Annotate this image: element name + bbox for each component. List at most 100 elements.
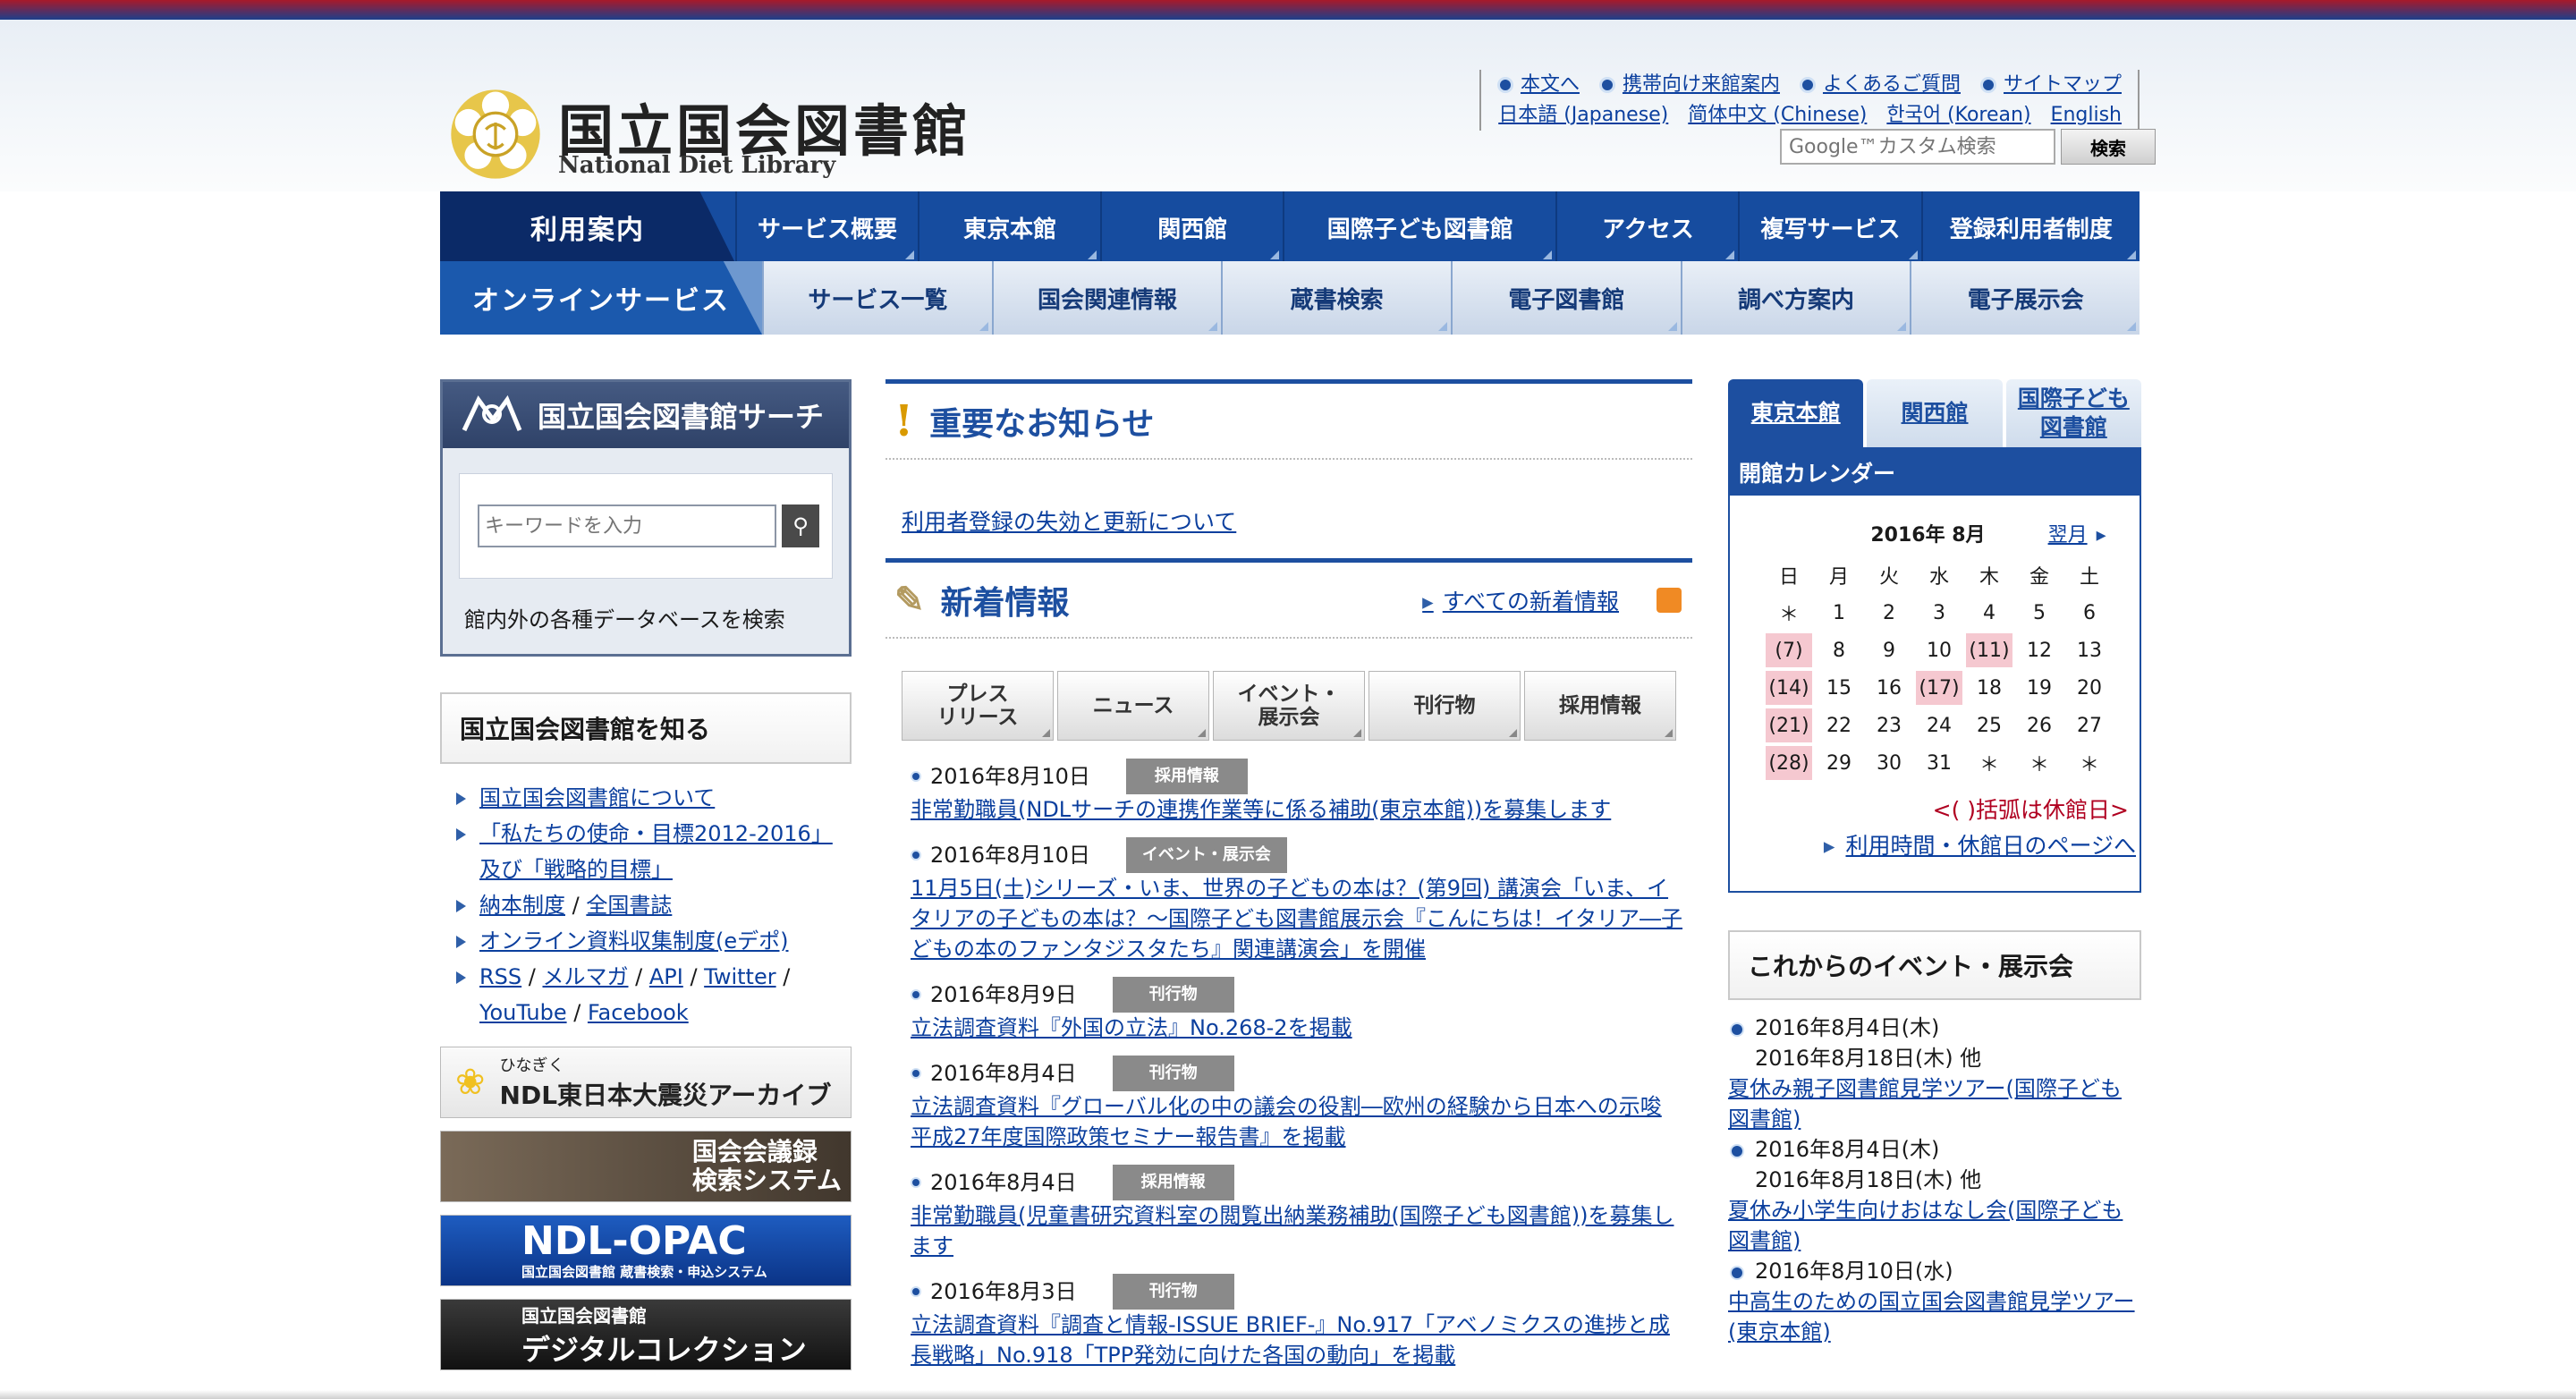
news-filter-tabs: プレス リリース ニュース イベント・ 展示会 刊行物 採用情報: [902, 671, 1692, 741]
tab-press-release[interactable]: プレス リリース: [902, 671, 1054, 741]
nav-catalog-search[interactable]: 蔵書検索: [1221, 261, 1452, 335]
link-facebook[interactable]: Facebook: [588, 1000, 689, 1025]
calendar-day-closed: (28): [1766, 746, 1812, 780]
site-search-button[interactable]: 検索: [2061, 129, 2156, 165]
link-mission[interactable]: 「私たちの使命・目標2012-2016」及び「戦略的目標」: [479, 821, 833, 882]
weekday: 水: [1928, 566, 1949, 589]
lang-korean[interactable]: 한국어 (Korean): [1886, 100, 2030, 131]
calendar-next-month[interactable]: 翌月: [2048, 519, 2106, 547]
link-mobile-guide[interactable]: 携帯向け来館案内: [1598, 70, 1780, 100]
site-logo[interactable]: 国立国会図書館 National Diet Library: [447, 73, 1002, 190]
nav-service-list[interactable]: サービス一覧: [762, 261, 992, 335]
list-item: 国立国会図書館について: [456, 780, 852, 816]
calendar-day-closed: (11): [1966, 633, 2012, 667]
banner-diet-minutes[interactable]: 国会会議録 検索システム: [440, 1131, 852, 1202]
list-item: 2016年8月3日 刊行物 立法調査資料『調査と情報-ISSUE BRIEF-』N…: [911, 1274, 1692, 1370]
link-hours-page[interactable]: 利用時間・休館日のページへ: [1845, 833, 2136, 859]
search-icon[interactable]: ⚲: [782, 504, 819, 547]
news-link[interactable]: 非常勤職員(児童書研究資料室の閲覧出納業務補助(国際子ども図書館))を募集します: [911, 1203, 1674, 1259]
tab-publications[interactable]: 刊行物: [1368, 671, 1521, 741]
calendar-day: 15: [1826, 676, 1852, 700]
ndl-search-title: 国立国会図書館サーチ: [443, 382, 849, 448]
event-date: 2016年8月4日(木): [1728, 1013, 2141, 1043]
banner-digital-collection[interactable]: 国立国会図書館 デジタルコレクション: [440, 1299, 852, 1370]
link-edepo[interactable]: オンライン資料収集制度(eデポ): [479, 928, 789, 954]
nav-registered-user[interactable]: 登録利用者制度: [1920, 191, 2140, 263]
calendar-day: 24: [1927, 714, 1952, 737]
calendar-weekdays: 日月火水木金土: [1766, 558, 2113, 592]
calendar-day: 2: [1883, 601, 1895, 624]
news-date: 2016年8月10日: [930, 843, 1090, 868]
link-about-ndl[interactable]: 国立国会図書館について: [479, 785, 715, 810]
nav-tokyo[interactable]: 東京本館: [918, 191, 1100, 263]
tab-calendar-tokyo[interactable]: 東京本館: [1728, 379, 1864, 447]
news-link[interactable]: 非常勤職員(NDLサーチの連携作業等に係る補助(東京本館))を募集します: [911, 797, 1611, 822]
nav-children-library[interactable]: 国際子ども図書館: [1283, 191, 1555, 263]
event-link[interactable]: 中高生のための国立国会図書館見学ツアー(東京本館): [1728, 1289, 2135, 1344]
lang-japanese[interactable]: 日本語 (Japanese): [1498, 100, 1668, 131]
ndl-search-description: 館内外の各種データベースを検索: [464, 607, 785, 632]
news-link[interactable]: 11月5日(土)シリーズ・いま、世界の子どもの本は？(第9回) 講演会「いま、イ…: [911, 876, 1682, 962]
note-icon: ✎: [894, 579, 925, 621]
tab-calendar-children[interactable]: 国際子ども 図書館: [2005, 379, 2141, 447]
banner-earthquake-archive[interactable]: ❀ ひなぎく NDL東日本大震災アーカイブ: [440, 1047, 852, 1118]
nav-online-lead[interactable]: オンラインサービス: [440, 261, 762, 335]
news-tag: 刊行物: [1112, 1274, 1234, 1310]
ndl-search-input[interactable]: [478, 504, 776, 547]
list-item: 2016年8月10日 採用情報 非常勤職員(NDLサーチの連携作業等に係る補助(東…: [911, 759, 1692, 825]
news-list: 2016年8月10日 採用情報 非常勤職員(NDLサーチの連携作業等に係る補助(東…: [911, 759, 1692, 1370]
tab-calendar-kansai[interactable]: 関西館: [1867, 379, 2003, 447]
link-youtube[interactable]: YouTube: [479, 1000, 567, 1025]
nav-usage-lead[interactable]: 利用案内: [440, 191, 735, 263]
nav-kansai[interactable]: 関西館: [1100, 191, 1283, 263]
list-item: 「私たちの使命・目標2012-2016」及び「戦略的目標」: [456, 816, 852, 887]
nav-research-guide[interactable]: 調べ方案内: [1680, 261, 1911, 335]
bullet-icon: [1799, 77, 1816, 93]
news-link[interactable]: 立法調査資料『グローバル化の中の議会の役割―欧州の経験から日本への示唆 平成27…: [911, 1094, 1662, 1149]
calendar-day: 9: [1883, 639, 1895, 662]
banner-subtitle: 検索システム: [691, 1166, 842, 1195]
calendar-day: 20: [2077, 676, 2102, 700]
nav-copy-service[interactable]: 複写サービス: [1738, 191, 1920, 263]
link-important-notice[interactable]: 利用者登録の失効と更新について: [902, 509, 1236, 535]
link-mailmag[interactable]: メルマガ: [543, 964, 629, 989]
link-skip-to-content[interactable]: 本文へ: [1496, 70, 1580, 100]
bullet-icon: [1496, 77, 1513, 93]
link-sitemap[interactable]: サイトマップ: [1979, 70, 2122, 100]
calendar-day: ＊: [1778, 604, 1799, 626]
link-national-bibliography[interactable]: 全国書誌: [586, 893, 672, 918]
link-twitter[interactable]: Twitter: [704, 964, 775, 989]
tab-recruitment[interactable]: 採用情報: [1524, 671, 1676, 741]
nav-digital-library[interactable]: 電子図書館: [1451, 261, 1681, 335]
event-link[interactable]: 夏休み親子図書館見学ツアー(国際子ども図書館): [1728, 1076, 2122, 1132]
important-notice-heading: ! 重要なお知らせ: [886, 379, 1692, 460]
link-all-news[interactable]: すべての新着情報: [1422, 584, 1619, 616]
event-link[interactable]: 夏休み小学生向けおはなし会(国際子ども図書館): [1728, 1198, 2123, 1253]
nav-access[interactable]: アクセス: [1555, 191, 1738, 263]
about-ndl-heading: 国立国会図書館を知る: [440, 692, 852, 764]
news-link[interactable]: 立法調査資料『調査と情報-ISSUE BRIEF-』No.917「アベノミクスの…: [911, 1312, 1670, 1368]
news-link[interactable]: 立法調査資料『外国の立法』No.268-2を掲載: [911, 1015, 1352, 1040]
link-legal-deposit[interactable]: 納本制度: [479, 893, 565, 918]
weekday: 火: [1878, 566, 1899, 589]
lang-chinese[interactable]: 简体中文 (Chinese): [1688, 100, 1867, 131]
link-faq[interactable]: よくあるご質問: [1799, 70, 1961, 100]
top-stripe: [0, 0, 2576, 20]
nav-service-overview[interactable]: サービス概要: [735, 191, 918, 263]
calendar-day: ＊: [2029, 754, 2049, 776]
link-api[interactable]: API: [649, 964, 683, 989]
link-rss[interactable]: RSS: [479, 964, 521, 989]
daisy-icon: ❀: [455, 1062, 486, 1103]
lang-english[interactable]: English: [2051, 100, 2122, 131]
site-search-input[interactable]: [1780, 129, 2055, 165]
rss-icon[interactable]: [1657, 587, 1682, 613]
tab-news[interactable]: ニュース: [1057, 671, 1209, 741]
calendar-day-closed: (17): [1916, 671, 1962, 705]
nav-diet-info[interactable]: 国会関連情報: [991, 261, 1222, 335]
calendar-closed-note: <( )括弧は休館日>: [1932, 797, 2129, 823]
banner-subtitle: 国立国会図書館 蔵書検索・申込システム: [521, 1263, 767, 1280]
tab-events[interactable]: イベント・ 展示会: [1213, 671, 1365, 741]
calendar-day: 26: [2027, 714, 2052, 737]
nav-digital-exhibition[interactable]: 電子展示会: [1910, 261, 2140, 335]
banner-ndl-opac[interactable]: NDL-OPAC 国立国会図書館 蔵書検索・申込システム: [440, 1215, 852, 1286]
